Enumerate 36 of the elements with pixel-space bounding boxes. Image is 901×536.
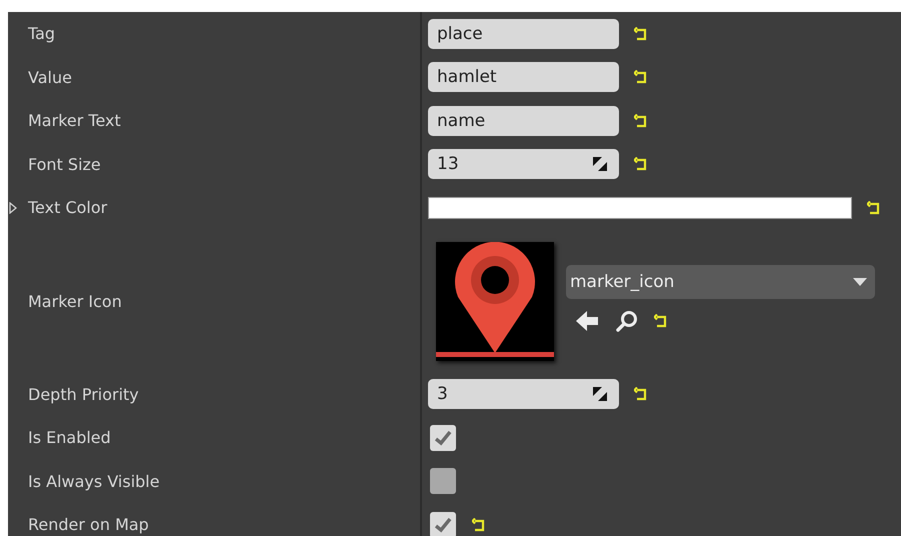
reset-arrow-icon[interactable] [634, 157, 648, 172]
reset-arrow-icon[interactable] [634, 114, 648, 128]
checkbox[interactable] [430, 468, 456, 494]
text-field[interactable]: hamlet [428, 62, 619, 92]
text-field[interactable]: place [428, 18, 619, 49]
checkbox[interactable] [430, 512, 456, 536]
reset-arrow-icon[interactable] [654, 314, 668, 328]
resize-handle-icon[interactable] [593, 157, 607, 172]
property-label: Render on Map [28, 515, 149, 534]
number-field[interactable]: 3 [428, 379, 619, 410]
checkbox[interactable] [430, 424, 456, 451]
property-label: Tag [28, 24, 56, 44]
text-field[interactable]: name [428, 106, 619, 136]
property-label: Is Always Visible [28, 472, 160, 491]
property-label: Is Enabled [28, 428, 111, 448]
left-arrow-icon[interactable] [576, 310, 600, 330]
check-mark-icon [434, 430, 452, 446]
number-field[interactable]: 13 [428, 149, 619, 180]
check-mark-icon [434, 516, 452, 533]
reset-arrow-icon[interactable] [867, 200, 881, 215]
property-label: Value [28, 68, 72, 87]
reset-arrow-icon[interactable] [634, 387, 648, 402]
reset-arrow-icon[interactable] [472, 518, 486, 532]
asset-dropdown[interactable]: marker_icon [566, 264, 875, 298]
reset-arrow-icon[interactable] [634, 70, 648, 84]
property-label: Text Color [28, 198, 108, 218]
dropdown-arrow-icon [853, 278, 867, 286]
property-label: Marker Icon [28, 292, 122, 310]
search-icon[interactable] [616, 310, 638, 332]
property-label: Font Size [28, 154, 101, 174]
reset-arrow-icon[interactable] [634, 26, 648, 41]
color-swatch[interactable] [428, 196, 852, 219]
resize-handle-icon[interactable] [593, 387, 607, 402]
expand-arrow-icon[interactable] [9, 202, 17, 214]
property-label: Depth Priority [28, 384, 139, 404]
property-label: Marker Text [28, 111, 121, 130]
